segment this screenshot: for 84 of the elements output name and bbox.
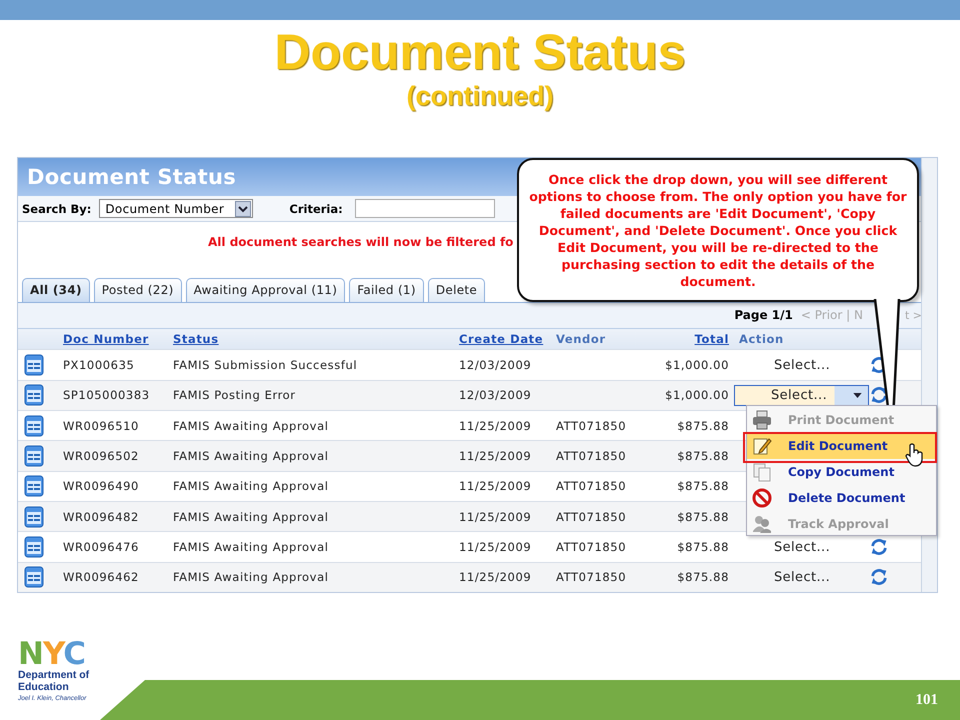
menu-item[interactable]: Copy Document	[747, 459, 936, 485]
logo-name: Department of Education	[18, 669, 90, 693]
document-icon[interactable]	[24, 506, 44, 528]
slide-subtitle: (continued)	[406, 80, 554, 112]
table-cell-text: $875.88	[676, 540, 730, 554]
document-icon[interactable]	[24, 384, 44, 406]
table-cell-text: SP105000383	[62, 388, 151, 402]
table-cell-text: FAMIS Posting Error	[172, 388, 297, 402]
filter-notice: All document searches will now be filtered fo	[208, 235, 514, 250]
table-cell-text: WR0096462	[62, 570, 140, 584]
table-cell-text: ATT071850	[555, 570, 628, 584]
table-cell-text: FAMIS Awaiting Approval	[172, 449, 330, 464]
status-tab[interactable]: Posted (22)	[94, 278, 182, 302]
table-cell-text: ATT071850	[555, 418, 628, 433]
callout-text: Once click the drop down, you will see different options to choose from. The only option you have for failed documents are 'Edit Document', 'Copy Document', and 'Delete Document'. Once you click Edit Document, you will be re-directed to the purchasing section to edit the details of the document.	[529, 170, 907, 290]
table-cell-text: $1,000.00	[664, 358, 730, 372]
column-header[interactable]: Status	[168, 332, 454, 346]
table-cell-text: 11/25/2009	[458, 449, 532, 464]
column-header[interactable]: Create Date	[454, 332, 551, 346]
notepad-pencil-icon	[752, 436, 772, 456]
document-icon[interactable]	[24, 475, 44, 498]
search-by-label: Search By:	[22, 202, 92, 216]
copy-icon	[752, 462, 772, 482]
table-cell-text: $875.88	[676, 418, 730, 433]
table-cell-text: FAMIS Awaiting Approval	[172, 570, 330, 584]
table-cell-text: WR0096476	[62, 540, 140, 554]
table-cell-text: 11/25/2009	[458, 570, 532, 584]
table-cell-text: $875.88	[676, 570, 730, 584]
table-cell-text: WR0096502	[62, 449, 140, 464]
people-icon	[752, 514, 772, 534]
status-tab[interactable]: Awaiting Approval (11)	[186, 278, 346, 302]
table-cell-text: ATT071850	[555, 479, 628, 494]
document-icon[interactable]	[24, 354, 44, 376]
table-cell-text: WR0096510	[62, 418, 140, 433]
caret-icon	[853, 392, 862, 398]
table-cell-text: FAMIS Awaiting Approval	[172, 540, 330, 554]
table-cell-text: PX1000635	[62, 358, 136, 372]
search-by-dropdown[interactable]: Document Number	[99, 199, 254, 218]
logo-wordmark: NYC	[18, 639, 86, 669]
panel-title: Document Status	[27, 164, 236, 189]
menu-item[interactable]: Edit Document	[747, 433, 936, 459]
table-cell-text: 12/03/2009	[458, 358, 532, 372]
criteria-field[interactable]	[354, 199, 495, 218]
menu-item[interactable]: Delete Document	[747, 485, 936, 511]
table-cell-text: 11/25/2009	[458, 418, 532, 433]
table-cell-text: FAMIS Submission Successful	[172, 358, 358, 372]
column-header: Action	[738, 332, 785, 346]
document-icon[interactable]	[24, 566, 44, 588]
table-cell-text: $1,000.00	[664, 388, 730, 402]
table-cell-text: $875.88	[676, 510, 730, 524]
table-cell-text: 12/03/2009	[458, 388, 532, 402]
status-tab[interactable]: All (34)	[22, 278, 90, 302]
slide-number: 101	[916, 692, 938, 708]
criteria-label: Criteria:	[289, 202, 343, 216]
table-cell-text: FAMIS Awaiting Approval	[172, 479, 330, 494]
slide-title: Document Status	[274, 24, 686, 80]
printer-icon	[752, 410, 772, 430]
action-dropdown[interactable]: Select...	[768, 566, 878, 588]
document-icon[interactable]	[24, 445, 44, 468]
table-cell-text: FAMIS Awaiting Approval	[172, 510, 330, 524]
table-cell-text: $875.88	[676, 449, 730, 464]
action-dropdown[interactable]: Select...	[768, 536, 878, 558]
column-header[interactable]: Doc Number	[58, 332, 168, 346]
table-cell-text: ATT071850	[555, 540, 628, 554]
status-tab[interactable]: Failed (1)	[349, 278, 424, 302]
document-icon[interactable]	[24, 414, 44, 437]
prohibited-icon	[752, 488, 772, 508]
document-icon[interactable]	[24, 536, 44, 558]
status-tab[interactable]: Delete	[428, 278, 486, 302]
column-header[interactable]: Total	[631, 332, 734, 346]
table-cell-text: ATT071850	[555, 510, 628, 524]
table-cell-text: ATT071850	[555, 449, 628, 464]
table-cell-text: WR0096490	[62, 479, 140, 494]
action-dropdown[interactable]: Select...	[734, 384, 869, 406]
table-cell-text: 11/25/2009	[458, 510, 532, 524]
column-header: Vendor	[555, 332, 607, 346]
table-cell-text: $875.88	[676, 479, 730, 494]
table-cell-text: 11/25/2009	[458, 540, 532, 554]
dropdown-caret-icon	[235, 200, 252, 217]
table-cell-text: 11/25/2009	[458, 479, 532, 494]
page-indicator: Page 1/1	[734, 308, 793, 322]
table-cell-text: WR0096482	[62, 510, 140, 524]
table-cell-text: FAMIS Awaiting Approval	[172, 418, 330, 433]
hand-cursor-icon	[905, 443, 925, 467]
